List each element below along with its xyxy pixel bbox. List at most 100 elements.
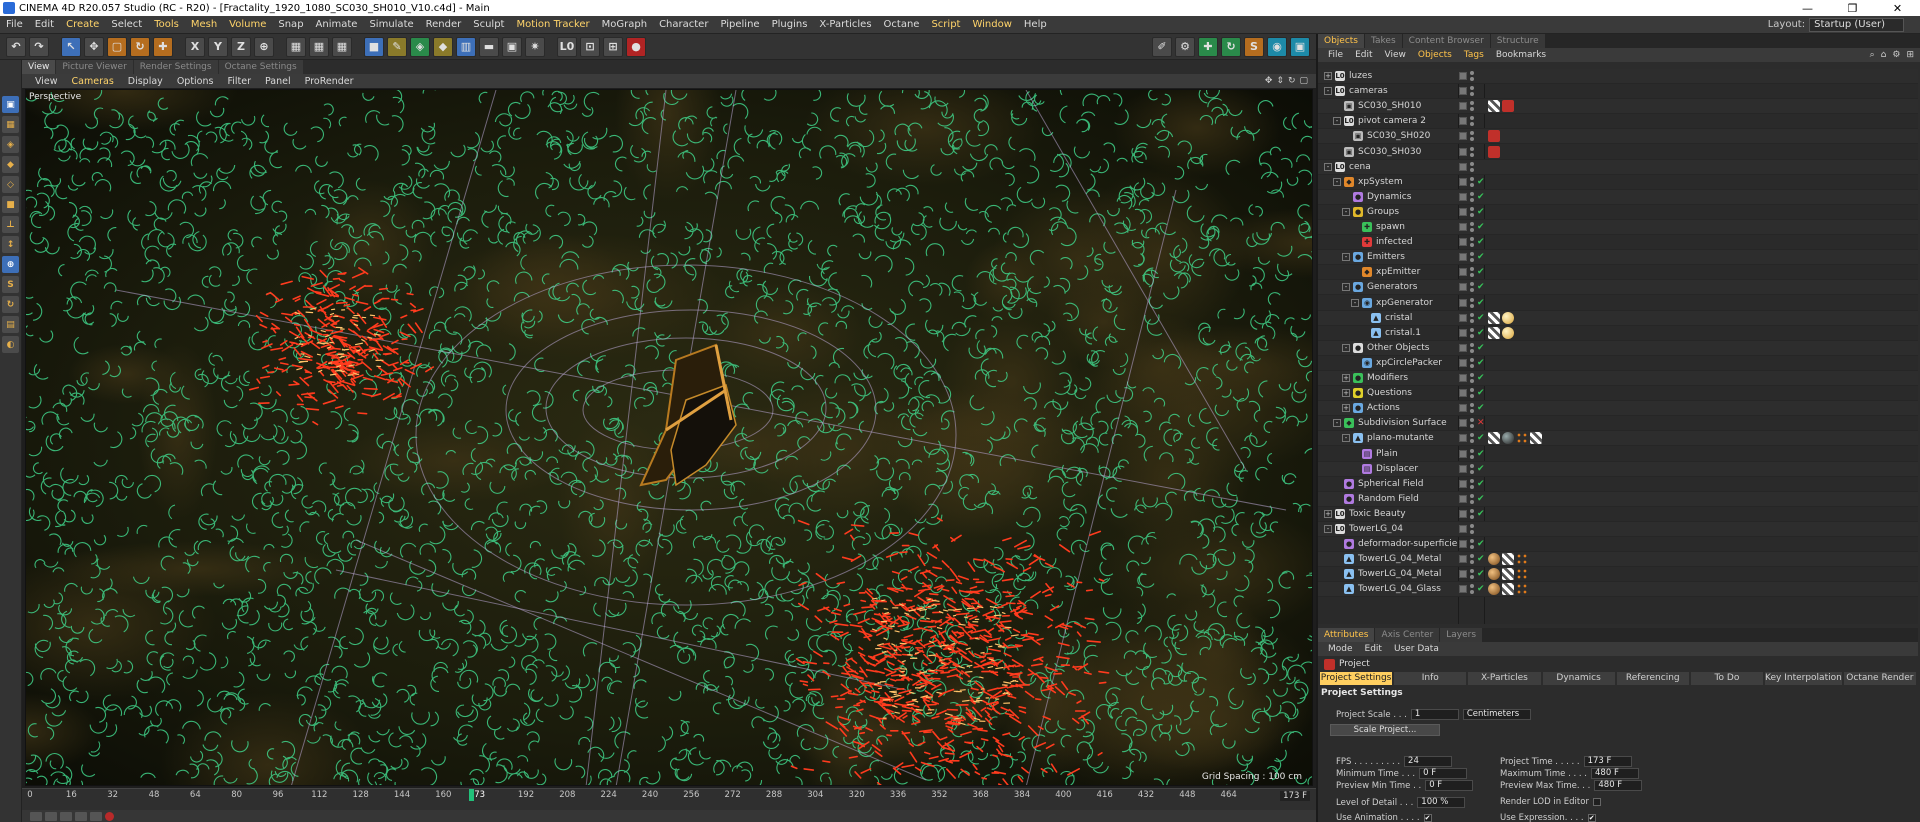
layer-box-icon[interactable]: [1459, 207, 1467, 216]
visibility-dots-icon[interactable]: [1470, 86, 1474, 97]
object-row[interactable]: - ▲ plano-mutante ✔: [1318, 431, 1918, 447]
points-mode-icon[interactable]: ◆: [2, 156, 19, 173]
expand-toggle-icon[interactable]: -: [1342, 434, 1350, 443]
move-view-icon[interactable]: ✥: [1265, 76, 1273, 86]
layer-box-icon[interactable]: [1459, 313, 1467, 322]
layer-box-icon[interactable]: [1459, 358, 1467, 367]
visibility-dots-icon[interactable]: [1470, 191, 1474, 202]
visibility-dots-icon[interactable]: [1470, 508, 1474, 519]
layer-box-icon[interactable]: [1459, 449, 1467, 458]
visibility-dots-icon[interactable]: [1470, 101, 1474, 112]
chk-tag-icon[interactable]: [1488, 432, 1500, 445]
object-row[interactable]: + L0 Toxic Beauty ✔: [1318, 507, 1918, 522]
objects-menu-edit[interactable]: Edit: [1349, 50, 1378, 60]
enabled-check-icon[interactable]: ✔: [1477, 479, 1485, 489]
attribute-checkbox[interactable]: [1592, 798, 1601, 806]
expand-toggle-icon[interactable]: +: [1342, 389, 1350, 398]
layer-box-icon[interactable]: [1459, 162, 1467, 171]
visibility-dots-icon[interactable]: [1470, 282, 1474, 293]
object-row[interactable]: - ● Emitters ✔: [1318, 250, 1918, 266]
visibility-dots-icon[interactable]: [1470, 222, 1474, 232]
signal-icon[interactable]: ◉: [1267, 36, 1287, 57]
layer-box-icon[interactable]: [1459, 419, 1467, 428]
object-row[interactable]: - ◉ xpGenerator ✔: [1318, 296, 1918, 311]
viewport-tab-octane-settings[interactable]: Octane Settings: [218, 60, 303, 74]
object-row[interactable]: ◆ xpEmitter ✔: [1318, 265, 1918, 281]
render-picture-viewer-icon[interactable]: ▦: [309, 36, 329, 57]
timeline-playhead[interactable]: [468, 789, 474, 801]
rotate-view-icon[interactable]: ↻: [1288, 76, 1296, 86]
layer-box-icon[interactable]: [1459, 494, 1467, 503]
pen-spline-icon[interactable]: ✎: [387, 36, 407, 57]
layout-dropdown[interactable]: Startup (User): [1809, 17, 1904, 32]
undo-icon[interactable]: ↶: [6, 36, 26, 57]
viewport-menu-panel[interactable]: Panel: [258, 76, 298, 87]
layer-box-icon[interactable]: [1459, 147, 1467, 156]
visibility-dots-icon[interactable]: [1470, 388, 1474, 399]
expand-toggle-icon[interactable]: -: [1333, 177, 1341, 186]
layer-box-icon[interactable]: [1459, 253, 1467, 262]
objects-menu-file[interactable]: File: [1322, 50, 1349, 60]
visibility-dots-icon[interactable]: [1470, 493, 1474, 504]
enabled-check-icon[interactable]: ✔: [1477, 494, 1485, 504]
enabled-check-icon[interactable]: ✔: [1477, 267, 1485, 277]
enabled-check-icon[interactable]: ✔: [1477, 584, 1485, 594]
objects-menu-view[interactable]: View: [1379, 50, 1412, 60]
objects-menu-tags[interactable]: Tags: [1458, 50, 1490, 60]
menu-plugins[interactable]: Plugins: [766, 19, 814, 30]
rotate-tool-icon[interactable]: ↻: [130, 36, 150, 57]
enabled-check-icon[interactable]: ✔: [1477, 237, 1485, 247]
expand-toggle-icon[interactable]: -: [1324, 525, 1332, 533]
close-button[interactable]: ✕: [1875, 2, 1920, 15]
object-row[interactable]: - ● Groups ✔: [1318, 205, 1918, 220]
lock-workplane-icon[interactable]: ◐: [2, 336, 19, 353]
camera-icon[interactable]: ▣: [502, 36, 522, 57]
layer-box-icon[interactable]: [1459, 555, 1467, 564]
render-settings-icon[interactable]: ▦: [332, 36, 352, 57]
metal-tag-icon[interactable]: [1488, 553, 1500, 566]
visibility-dots-icon[interactable]: [1470, 342, 1474, 353]
visibility-dots-icon[interactable]: [1470, 403, 1474, 414]
y-axis-button[interactable]: Y: [208, 36, 228, 57]
menu-tools[interactable]: Tools: [148, 19, 185, 30]
object-row[interactable]: ✚ spawn ✔: [1318, 220, 1918, 235]
attribute-input[interactable]: 100 %: [1417, 797, 1466, 808]
live-selection-icon[interactable]: ↖: [61, 36, 81, 57]
enabled-check-icon[interactable]: ✔: [1477, 313, 1485, 323]
chk-tag-icon[interactable]: [1502, 583, 1514, 596]
layer-box-icon[interactable]: [1459, 479, 1467, 488]
object-row[interactable]: - L0 TowerLG_04: [1318, 522, 1918, 537]
layer-box-icon[interactable]: [1459, 389, 1467, 398]
next-key-icon[interactable]: [75, 811, 87, 821]
z-axis-button[interactable]: Z: [231, 36, 251, 57]
menu-motion-tracker[interactable]: Motion Tracker: [510, 19, 595, 30]
script-icon[interactable]: S: [1244, 36, 1264, 57]
layer-box-icon[interactable]: [1459, 540, 1467, 549]
object-row[interactable]: - ◆ Subdivision Surface ✕: [1318, 416, 1918, 432]
object-row[interactable]: ▲ TowerLG_04_Metal ✔: [1318, 552, 1918, 568]
expand-toggle-icon[interactable]: +: [1324, 72, 1332, 80]
object-row[interactable]: ● deformador-superficie ✔: [1318, 537, 1918, 553]
viewport-menu-display[interactable]: Display: [121, 76, 170, 87]
visibility-dots-icon[interactable]: [1470, 478, 1474, 489]
enabled-check-icon[interactable]: ✔: [1477, 252, 1485, 262]
grid-icon[interactable]: ▤: [2, 316, 19, 333]
object-row[interactable]: + ● Modifiers ✔: [1318, 371, 1918, 386]
record-key-icon[interactable]: [105, 811, 114, 821]
layer-box-icon[interactable]: [1459, 238, 1467, 247]
object-row[interactable]: + L0 luzes: [1318, 69, 1918, 84]
menu-help[interactable]: Help: [1018, 19, 1053, 30]
viewport-menu-view[interactable]: View: [28, 76, 65, 87]
visibility-dots-icon[interactable]: [1470, 554, 1474, 565]
dots-tag-icon[interactable]: [1516, 432, 1528, 445]
add-object-icon[interactable]: ✚: [153, 36, 173, 57]
environment-icon[interactable]: ▬: [479, 36, 499, 57]
visibility-dots-icon[interactable]: [1470, 161, 1474, 172]
expand-toggle-icon[interactable]: -: [1342, 207, 1350, 216]
visibility-dots-icon[interactable]: [1470, 71, 1474, 81]
menu-file[interactable]: File: [0, 19, 29, 30]
home-icon[interactable]: ⌂: [1881, 50, 1887, 60]
layer-box-icon[interactable]: [1459, 464, 1467, 473]
menu-select[interactable]: Select: [105, 19, 148, 30]
redo-icon[interactable]: ↷: [29, 36, 49, 57]
